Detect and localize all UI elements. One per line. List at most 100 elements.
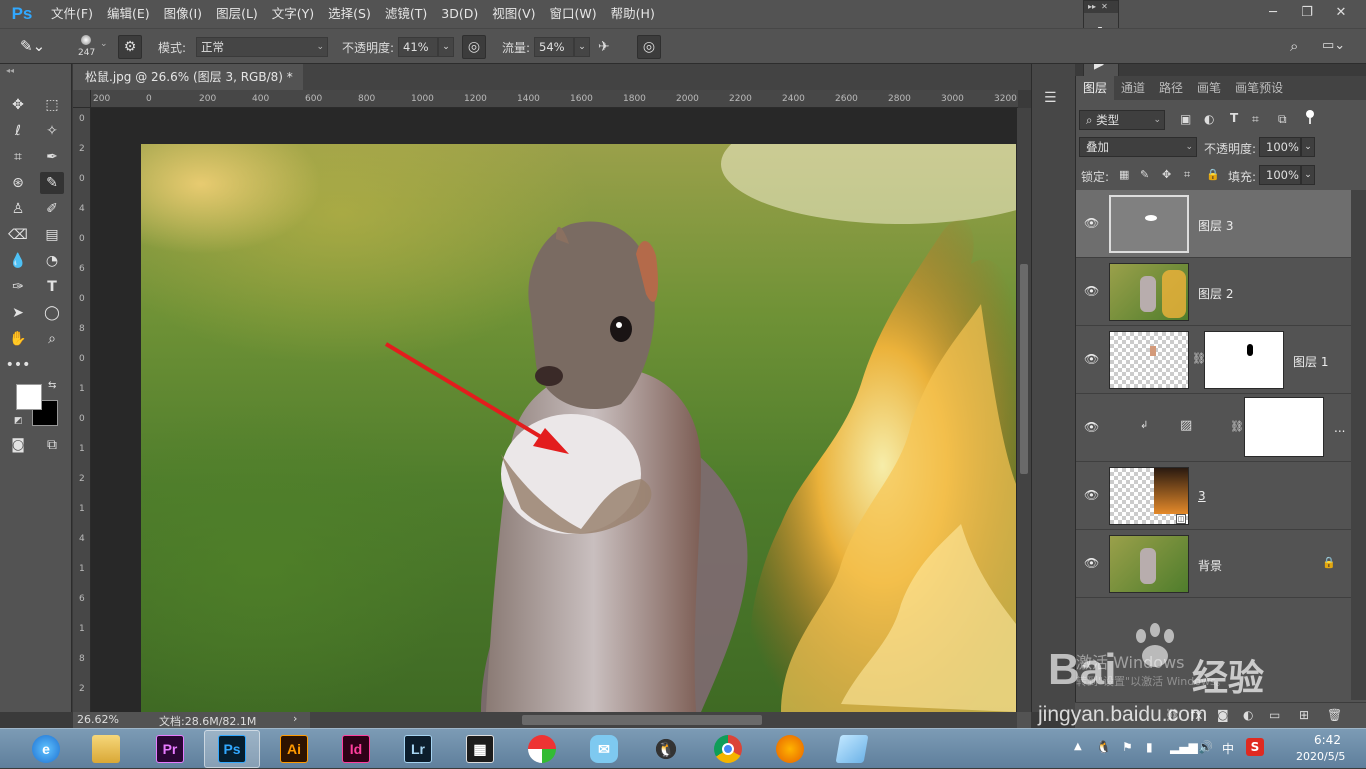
hand-tool-icon[interactable]: ✋ <box>6 328 30 350</box>
layer-name[interactable]: 背景 <box>1198 557 1222 574</box>
layer-mask-thumbnail[interactable] <box>1204 331 1284 389</box>
new-layer-icon[interactable]: ⊞ <box>1299 708 1309 722</box>
quick-select-tool-icon[interactable]: ✧ <box>40 120 64 142</box>
dodge-tool-icon[interactable]: ◔ <box>40 250 64 272</box>
panel-scrollbar[interactable] <box>1351 190 1366 700</box>
menu-help[interactable]: 帮助(H) <box>604 0 662 28</box>
layer-name[interactable]: 图层 2 <box>1198 285 1233 302</box>
history-brush-tool-icon[interactable]: ✐ <box>40 198 64 220</box>
pressure-size-icon[interactable]: ◎ <box>637 35 661 59</box>
visibility-eye-icon[interactable]: 👁 <box>1084 488 1100 502</box>
move-tool-icon[interactable]: ✥ <box>6 94 30 116</box>
spot-heal-tool-icon[interactable]: ⊛ <box>6 172 30 194</box>
taskbar-palette[interactable] <box>514 730 570 768</box>
menu-window[interactable]: 窗口(W) <box>543 0 604 28</box>
taskbar-photoshop[interactable]: Ps <box>204 730 260 768</box>
screen-mode-icon[interactable]: ⧉ <box>40 434 64 456</box>
filter-adjustment-icon[interactable]: ◐ <box>1204 112 1214 126</box>
taskbar-explorer[interactable] <box>78 730 134 768</box>
vertical-scroll-thumb[interactable] <box>1020 264 1028 474</box>
curves-adjustment-icon[interactable]: ▨ <box>1180 418 1192 433</box>
layer-opacity-input[interactable]: 100% <box>1259 137 1301 157</box>
visibility-eye-icon[interactable]: 👁 <box>1084 420 1100 434</box>
lock-all-icon[interactable]: 🔒 <box>1206 168 1220 181</box>
restore-button[interactable]: ❐ <box>1290 0 1324 24</box>
zoom-level[interactable]: 26.62% <box>77 713 119 726</box>
layer-row[interactable]: 👁 ◫ 3 <box>1076 462 1352 530</box>
filter-smart-object-icon[interactable]: ⧉ <box>1278 112 1287 127</box>
taskbar-mail[interactable]: ✉ <box>576 730 632 768</box>
visibility-eye-icon[interactable]: 👁 <box>1084 556 1100 570</box>
ruler-vertical[interactable]: 0 2 0 4 0 6 0 8 0 1 0 1 2 1 4 1 6 1 8 2 <box>73 90 91 712</box>
fill-input[interactable]: 100% <box>1259 165 1301 185</box>
taskbar-firefox[interactable] <box>762 730 818 768</box>
minimize-button[interactable]: ─ <box>1256 0 1290 24</box>
brush-tip-icon[interactable] <box>76 33 96 47</box>
delete-layer-icon[interactable]: 🗑 <box>1327 708 1342 722</box>
mini-panel-header[interactable]: ▸▸ ✕ <box>1084 1 1118 13</box>
opacity-input[interactable]: 41% <box>398 37 438 57</box>
tab-brush-presets[interactable]: 画笔预设 <box>1228 76 1290 100</box>
link-layers-icon[interactable]: ⛓ <box>1165 708 1180 722</box>
swap-colors-icon[interactable]: ⇆ <box>48 380 56 391</box>
sogou-icon[interactable]: S <box>1246 738 1264 756</box>
clock-time[interactable]: 6:42 <box>1314 733 1341 747</box>
foreground-color-swatch-front[interactable] <box>16 384 42 410</box>
layer-thumbnail[interactable]: ◫ <box>1109 467 1189 525</box>
more-tools-icon[interactable]: ••• <box>6 354 31 376</box>
tab-layers[interactable]: 图层 <box>1076 76 1115 100</box>
marquee-tool-icon[interactable]: ⬚ <box>40 94 64 116</box>
layer-row[interactable]: 👁 ↲ ▨ ⛓ ... <box>1076 394 1352 462</box>
type-tool-icon[interactable]: T <box>40 276 64 298</box>
menu-edit[interactable]: 编辑(E) <box>100 0 157 28</box>
lock-transparent-icon[interactable]: ▦ <box>1119 168 1129 181</box>
gradient-tool-icon[interactable]: ▤ <box>40 224 64 246</box>
flow-input[interactable]: 54% <box>534 37 574 57</box>
status-menu-arrow-icon[interactable]: › <box>293 712 297 725</box>
properties-panel-icon[interactable]: ☰ <box>1044 90 1057 106</box>
layer-thumbnail[interactable] <box>1109 331 1189 389</box>
blend-mode-select[interactable]: 叠加 ⌄ <box>1079 137 1197 157</box>
volume-icon[interactable]: 🔊 <box>1198 740 1213 754</box>
layer-row[interactable]: 👁 ⛓ 图层 1 <box>1076 326 1352 394</box>
layer-thumbnail[interactable] <box>1109 535 1189 593</box>
network-icon[interactable]: ▂▄▆ <box>1170 740 1198 754</box>
menu-image[interactable]: 图像(I) <box>157 0 209 28</box>
crop-tool-icon[interactable]: ⌗ <box>6 146 30 168</box>
clock-date[interactable]: 2020/5/5 <box>1296 750 1345 763</box>
filter-shape-icon[interactable]: ⌗ <box>1252 112 1259 127</box>
menu-select[interactable]: 选择(S) <box>321 0 378 28</box>
taskbar-qq[interactable]: 🐧 <box>638 730 694 768</box>
menu-view[interactable]: 视图(V) <box>485 0 542 28</box>
brush-tool-icon[interactable]: ✎ <box>40 172 64 194</box>
airbrush-icon[interactable]: ✈ <box>598 39 610 55</box>
vertical-scrollbar[interactable] <box>1017 108 1031 712</box>
default-colors-icon[interactable]: ◩ <box>14 416 23 426</box>
brush-panel-toggle-icon[interactable]: ⚙ <box>118 35 142 59</box>
pen-tool-icon[interactable]: ✑ <box>6 276 30 298</box>
layer-name[interactable]: 3 <box>1198 489 1206 503</box>
tab-paths[interactable]: 路径 <box>1152 76 1190 100</box>
layer-thumbnail[interactable] <box>1109 263 1189 321</box>
lock-position-icon[interactable]: ✥ <box>1162 168 1171 181</box>
layer-name[interactable]: 图层 1 <box>1293 353 1328 370</box>
battery-icon[interactable]: ▮ <box>1146 740 1153 754</box>
layer-style-icon[interactable]: fx <box>1191 708 1202 722</box>
eyedropper-tool-icon[interactable]: ✒ <box>40 146 64 168</box>
show-hidden-icons-icon[interactable]: ▲ <box>1074 741 1082 752</box>
layer-opacity-dropdown-icon[interactable]: ⌄ <box>1301 137 1315 157</box>
menu-layer[interactable]: 图层(L) <box>209 0 265 28</box>
quick-mask-icon[interactable]: ◙ <box>6 434 30 456</box>
ime-indicator[interactable]: 中 <box>1222 740 1234 757</box>
menu-file[interactable]: 文件(F) <box>44 0 100 28</box>
taskbar-chrome[interactable] <box>700 730 756 768</box>
taskbar-ie[interactable]: e <box>18 730 74 768</box>
flag-icon[interactable]: ⚑ <box>1122 740 1133 754</box>
layer-mask-thumbnail[interactable] <box>1244 397 1324 457</box>
workspace-switcher-icon[interactable]: ▭⌄ <box>1322 38 1345 53</box>
pressure-opacity-icon[interactable]: ◎ <box>462 35 486 59</box>
layer-row[interactable]: 👁 图层 2 <box>1076 258 1352 326</box>
visibility-eye-icon[interactable]: 👁 <box>1084 284 1100 298</box>
lock-pixels-icon[interactable]: ✎ <box>1140 168 1149 181</box>
collapse-toolbar-icon[interactable]: ◂◂ <box>6 66 14 75</box>
